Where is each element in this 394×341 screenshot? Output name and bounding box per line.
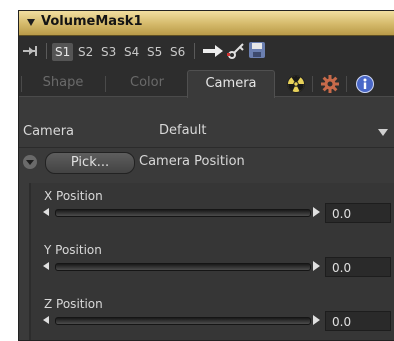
tab-color[interactable]: Color — [111, 70, 183, 96]
info-icon[interactable] — [356, 75, 374, 93]
tool-panel: VolumeMask1 S1 S2 S3 S4 S5 S6 Shape Colo… — [18, 10, 394, 341]
x-position-input[interactable]: 0.0 — [325, 203, 391, 223]
y-position-slider[interactable] — [55, 263, 311, 271]
insert-arrow-icon[interactable] — [203, 44, 225, 58]
panel-title: VolumeMask1 — [41, 14, 143, 29]
camera-dropdown-value: Default — [159, 123, 207, 138]
toolbar-separator — [46, 43, 47, 59]
tab-separator — [21, 76, 22, 92]
z-increment-icon[interactable] — [313, 315, 320, 325]
gear-icon[interactable] — [321, 75, 339, 93]
radioactive-icon[interactable] — [287, 75, 305, 93]
slot-s4-button[interactable]: S4 — [121, 43, 142, 61]
x-position-slider[interactable] — [55, 209, 311, 217]
section-collapse-icon[interactable] — [23, 155, 37, 169]
y-increment-icon[interactable] — [313, 261, 320, 271]
save-icon[interactable] — [249, 42, 265, 58]
tab-camera[interactable]: Camera — [187, 70, 275, 98]
toolbar: S1 S2 S3 S4 S5 S6 — [19, 36, 394, 66]
z-position-label: Z Position — [44, 297, 103, 311]
slot-s3-button[interactable]: S3 — [98, 43, 119, 61]
dropdown-arrow-icon — [378, 129, 388, 136]
collapse-arrow-icon[interactable] — [27, 19, 35, 26]
key-icon[interactable] — [227, 42, 245, 60]
tab-separator — [312, 76, 313, 92]
z-position-slider[interactable] — [55, 317, 311, 325]
tab-separator — [346, 76, 347, 92]
camera-dropdown[interactable]: Default — [155, 122, 393, 142]
slot-s1-button[interactable]: S1 — [52, 43, 74, 61]
slot-s6-button[interactable]: S6 — [167, 43, 188, 61]
z-position-input[interactable]: 0.0 — [325, 311, 391, 331]
panel-header[interactable]: VolumeMask1 — [19, 11, 394, 36]
camera-label: Camera — [23, 124, 75, 139]
y-position-input[interactable]: 0.0 — [325, 257, 391, 277]
toolbar-separator — [194, 43, 195, 59]
z-decrement-icon[interactable] — [43, 316, 49, 324]
tab-shape[interactable]: Shape — [25, 70, 101, 96]
x-position-label: X Position — [44, 189, 103, 203]
slot-s5-button[interactable]: S5 — [144, 43, 165, 61]
y-decrement-icon[interactable] — [43, 262, 49, 270]
tab-bar: Shape Color Camera — [19, 66, 394, 98]
pick-button[interactable]: Pick... — [45, 152, 135, 174]
camera-position-label: Camera Position — [139, 154, 245, 169]
row-separator — [19, 147, 394, 148]
x-decrement-icon[interactable] — [43, 208, 49, 216]
pin-icon[interactable] — [23, 44, 41, 58]
tab-separator — [105, 76, 106, 92]
slot-s2-button[interactable]: S2 — [75, 43, 96, 61]
y-position-label: Y Position — [44, 243, 102, 257]
x-increment-icon[interactable] — [313, 207, 320, 217]
